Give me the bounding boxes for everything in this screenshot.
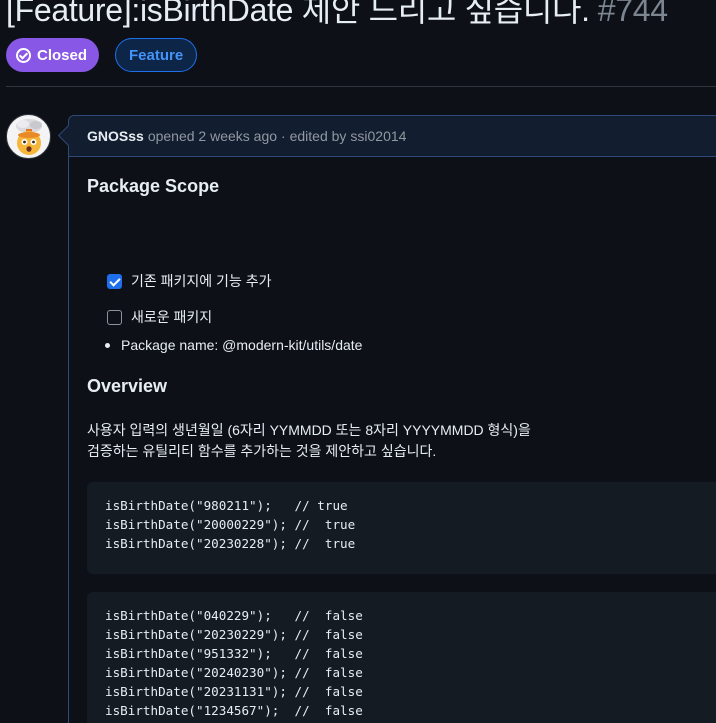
exploding-head-emoji-icon <box>16 119 42 155</box>
overview-paragraph: 사용자 입력의 생년월일 (6자리 YYMMDD 또는 8자리 YYYYMMDD… <box>87 420 531 462</box>
code-block-true-cases: isBirthDate("980211"); // true isBirthDa… <box>87 482 716 574</box>
issue-number: #744 <box>597 0 668 28</box>
comment-author[interactable]: GNOSss <box>87 128 144 144</box>
avatar[interactable] <box>6 114 51 159</box>
issue-title-row: [Feature]:isBirthDate 제안 드리고 싶습니다. #744 <box>6 0 668 32</box>
bullet-dot <box>105 342 110 348</box>
comment-edited-text: · edited by <box>281 128 347 144</box>
issue-comment: GNOSss opened 2 weeks ago · edited by ss… <box>68 115 716 723</box>
issue-title: [Feature]:isBirthDate 제안 드리고 싶습니다. <box>6 0 590 28</box>
issue-page: [Feature]:isBirthDate 제안 드리고 싶습니다. #744 C… <box>0 0 716 723</box>
task-checkbox-checked[interactable] <box>107 273 122 289</box>
task-checkbox-unchecked[interactable] <box>107 309 122 325</box>
overview-line: 검증하는 유틸리티 함수를 추가하는 것을 제안하고 싶습니다. <box>87 443 437 459</box>
issue-state-badge[interactable]: Closed <box>6 38 100 72</box>
check-circle-icon <box>16 47 31 63</box>
overview-line: 사용자 입력의 생년월일 (6자리 YYMMDD 또는 8자리 YYYYMMDD… <box>87 422 531 438</box>
label-text: Feature <box>129 46 184 64</box>
label-feature[interactable]: Feature <box>115 38 198 72</box>
issue-state-label: Closed <box>37 46 88 64</box>
comment-editor[interactable]: ssi02014 <box>350 128 406 144</box>
code-block-false-cases: isBirthDate("040229"); // false isBirthD… <box>87 592 716 723</box>
comment-opened-text: opened 2 weeks ago <box>147 128 278 144</box>
task-label: 새로운 패키지 <box>131 309 213 325</box>
task-label: 기존 패키지에 기능 추가 <box>131 273 272 289</box>
heading-overview: Overview <box>87 376 168 396</box>
list-item: Package name: @modern-kit/utils/date <box>105 337 362 353</box>
header-divider <box>6 86 716 87</box>
heading-package-scope: Package Scope <box>87 176 220 196</box>
package-name-text: Package name: @modern-kit/utils/date <box>121 337 363 353</box>
comment-header: GNOSss opened 2 weeks ago · edited by ss… <box>69 116 716 157</box>
task-item: 기존 패키지에 기능 추가 <box>107 271 271 291</box>
task-item: 새로운 패키지 <box>107 307 212 327</box>
